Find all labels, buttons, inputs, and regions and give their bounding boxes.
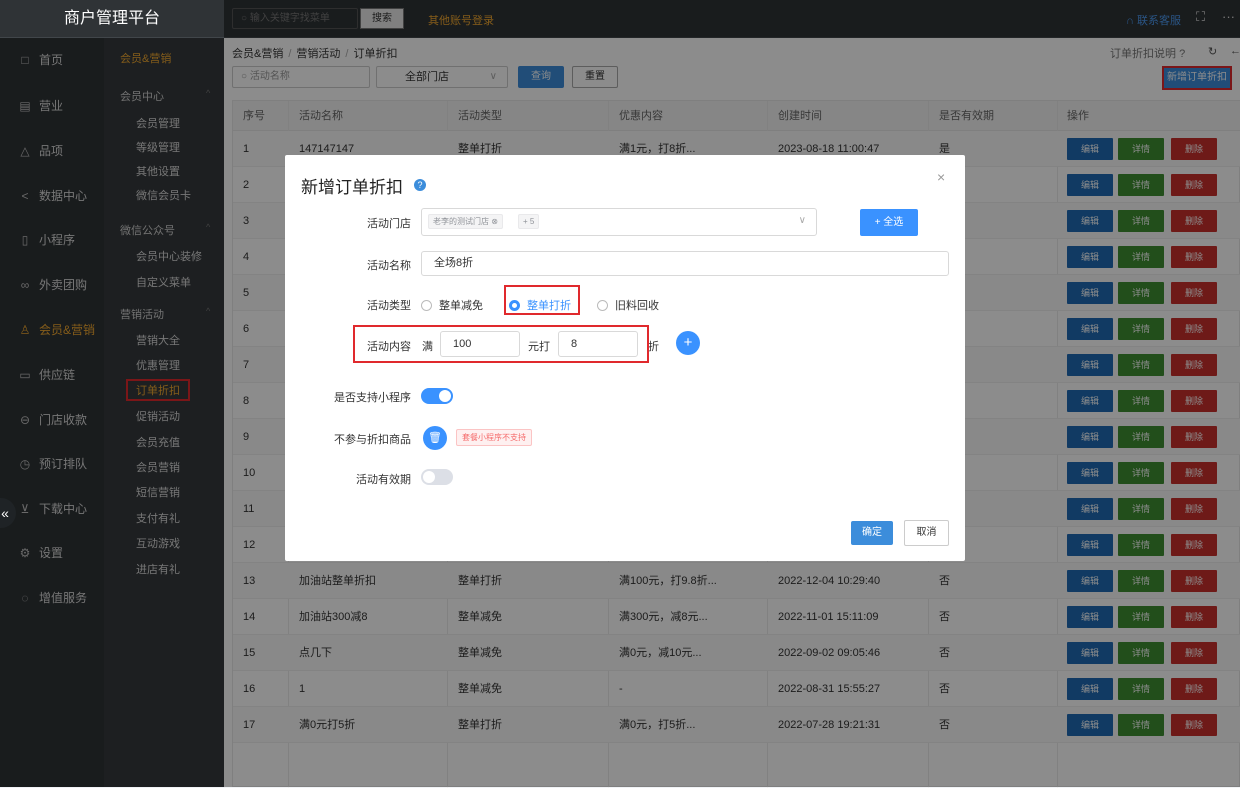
miniapp-label: 是否支持小程序 [334,392,411,404]
type-highlight-box [504,285,580,315]
cancel-button[interactable]: 取消 [904,520,949,546]
add-discount-dialog: 新增订单折扣 ? × 活动门店 老李的测试门店 ⊗ + 5 ∨ + 全选 活动名… [285,155,965,561]
toggle-knob [439,390,451,402]
validity-label: 活动有效期 [356,474,411,486]
dialog-title: 新增订单折扣 [301,178,403,197]
store-multi-select[interactable]: 老李的测试门店 ⊗ + 5 ∨ [421,208,817,236]
app-root: □ 首页 ▤ 营业 △ 品项 < 数据中心 ▯ 小程序 ∞ 外卖团购 ♙ 会员&营销 ▭ 供应链 ⊖ 门店收款 ◷ 预… [0,0,1240,788]
store-label: 活动门店 [367,218,411,230]
add-rule-button[interactable]: + [676,331,700,355]
close-icon[interactable]: × [937,169,945,185]
content-highlight-box [353,325,649,363]
type-radio-recycle[interactable]: 旧料回收 [597,297,659,313]
help-question-icon[interactable]: ? [414,179,426,191]
activity-name-input[interactable]: 全场8折 [421,251,949,276]
store-tag-label: 老李的测试门店 [433,217,489,226]
store-more-tag: + 5 [518,214,540,229]
confirm-button[interactable]: 确定 [851,521,893,545]
miniapp-toggle[interactable] [421,388,453,404]
chevron-down-icon: ∨ [798,215,806,226]
exclude-label: 不参与折扣商品 [334,434,411,446]
type-radio-label: 旧料回收 [615,300,659,312]
type-radio-label: 整单减免 [439,300,483,312]
toggle-knob [423,471,435,483]
radio-dot [421,300,432,311]
validity-toggle[interactable] [421,469,453,485]
exclude-warning-tag: 套餐小程序不支持 [456,429,532,446]
name-label: 活动名称 [367,260,411,272]
radio-dot [597,300,608,311]
select-all-stores-button[interactable]: + 全选 [860,209,918,236]
type-label: 活动类型 [367,300,411,312]
type-radio-reduce[interactable]: 整单减免 [421,297,483,313]
trash-icon[interactable]: 🗑 [423,426,447,450]
brand-title: 商户管理平台 [0,0,224,38]
content-suffix: 折 [648,341,659,353]
tag-close-icon[interactable]: ⊗ [491,217,498,226]
store-tag: 老李的测试门店 ⊗ [428,214,503,229]
